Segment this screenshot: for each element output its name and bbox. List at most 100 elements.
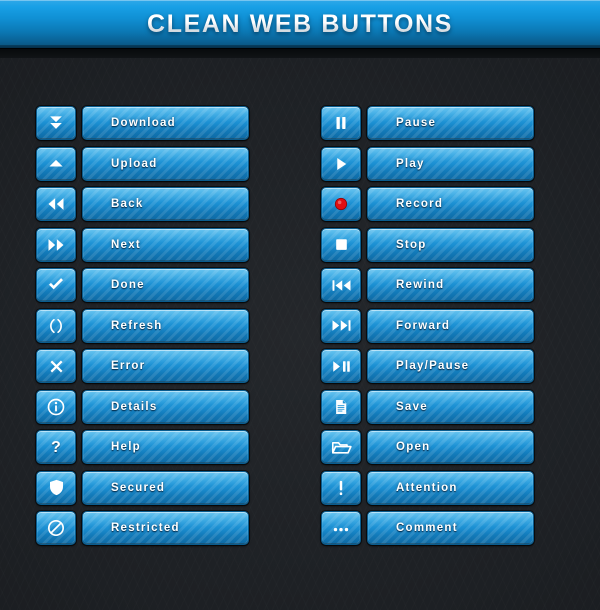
button-row: Open (321, 430, 534, 464)
button-row: Play (321, 146, 534, 181)
label-button-stop[interactable]: Stop (367, 227, 534, 262)
label-button-done[interactable]: Done (82, 268, 249, 302)
button-label: Save (396, 400, 428, 413)
button-label: Details (111, 400, 158, 413)
button-row: Pause (321, 106, 534, 140)
icon-button-error[interactable] (36, 349, 76, 383)
icon-button-stop[interactable] (321, 227, 361, 262)
label-button-rewind[interactable]: Rewind (367, 268, 534, 302)
icon-button-save[interactable] (321, 389, 361, 424)
icon-button-pause[interactable] (321, 106, 361, 140)
label-button-play[interactable]: Play (367, 146, 534, 181)
button-label: Attention (396, 481, 458, 494)
info-icon (46, 397, 66, 417)
button-row: Done (36, 268, 249, 302)
label-button-open[interactable]: Open (367, 430, 534, 464)
button-label: Open (396, 441, 431, 453)
icon-button-record[interactable] (321, 187, 361, 221)
svg-text:?: ? (51, 439, 61, 456)
icon-button-forward[interactable] (321, 308, 361, 343)
rewind-icon (331, 275, 352, 296)
icon-button-refresh[interactable] (36, 308, 76, 343)
label-button-record[interactable]: Record (367, 187, 534, 221)
check-icon (46, 275, 66, 295)
button-row: Play/Pause (321, 349, 534, 383)
label-button-pause[interactable]: Pause (367, 106, 534, 140)
page-header: CLEAN WEB BUTTONS (0, 0, 600, 48)
icon-button-secured[interactable] (36, 470, 76, 505)
icon-button-next[interactable] (36, 227, 76, 262)
button-set-page: CLEAN WEB BUTTONS Download Upload Back Next… (0, 0, 600, 610)
button-row: Download (36, 106, 249, 140)
icon-button-details[interactable] (36, 389, 76, 424)
play-icon (332, 155, 350, 173)
button-row: Refresh (36, 308, 249, 343)
label-button-next[interactable]: Next (82, 227, 249, 262)
button-row: Forward (321, 308, 534, 343)
label-button-error[interactable]: Error (82, 349, 249, 383)
button-row: Secured (36, 470, 249, 505)
label-button-help[interactable]: Help (82, 430, 249, 464)
left-column: Download Upload Back Next Done Refresh Error De… (36, 106, 249, 545)
icon-button-rewind[interactable] (321, 268, 361, 302)
icon-button-play[interactable] (321, 146, 361, 181)
folder-icon (331, 437, 352, 458)
button-label: Next (111, 238, 141, 251)
no-entry-icon (46, 518, 66, 538)
document-icon (332, 398, 350, 416)
label-button-secured[interactable]: Secured (82, 470, 249, 505)
button-label: Rewind (396, 279, 445, 291)
label-button-attention[interactable]: Attention (367, 470, 534, 505)
button-row: Comment (321, 511, 534, 545)
button-label: Refresh (111, 319, 163, 332)
button-label: Done (111, 279, 145, 291)
refresh-icon (46, 316, 66, 336)
button-row: Attention (321, 470, 534, 505)
close-x-icon (47, 357, 66, 376)
pause-icon (332, 114, 350, 132)
button-row: Back (36, 187, 249, 221)
label-button-comment[interactable]: Comment (367, 511, 534, 545)
icon-button-open[interactable] (321, 430, 361, 464)
icon-button-attention[interactable] (321, 470, 361, 505)
button-label: Error (111, 360, 146, 372)
button-label: Play/Pause (396, 360, 470, 372)
shield-icon (47, 478, 66, 497)
label-button-save[interactable]: Save (367, 389, 534, 424)
icon-button-restricted[interactable] (36, 511, 76, 545)
button-label: Help (111, 441, 141, 453)
label-button-refresh[interactable]: Refresh (82, 308, 249, 343)
button-row: Stop (321, 227, 534, 262)
exclamation-icon (331, 478, 351, 498)
icon-button-comment[interactable] (321, 511, 361, 545)
label-button-forward[interactable]: Forward (367, 308, 534, 343)
stop-icon (333, 236, 350, 253)
button-label: Secured (111, 481, 166, 494)
header-divider (0, 48, 600, 58)
label-button-play-pause[interactable]: Play/Pause (367, 349, 534, 383)
label-button-back[interactable]: Back (82, 187, 249, 221)
label-button-restricted[interactable]: Restricted (82, 511, 249, 545)
button-board: Download Upload Back Next Done Refresh Error De… (0, 58, 600, 545)
question-mark-icon: ? (46, 437, 66, 457)
button-label: Upload (111, 157, 158, 170)
label-button-details[interactable]: Details (82, 389, 249, 424)
icon-button-back[interactable] (36, 187, 76, 221)
forward-icon (331, 315, 352, 336)
icon-button-play-pause[interactable] (321, 349, 361, 383)
icon-button-done[interactable] (36, 268, 76, 302)
button-label: Pause (396, 117, 437, 129)
button-label: Comment (396, 522, 458, 534)
label-button-download[interactable]: Download (82, 106, 249, 140)
record-icon (332, 195, 350, 213)
button-row: Save (321, 389, 534, 424)
button-row: Restricted (36, 511, 249, 545)
label-button-upload[interactable]: Upload (82, 146, 249, 181)
button-row: Next (36, 227, 249, 262)
icon-button-download[interactable] (36, 106, 76, 140)
button-label: Restricted (111, 522, 180, 534)
button-row: Rewind (321, 268, 534, 302)
button-row: ? Help (36, 430, 249, 464)
icon-button-help[interactable]: ? (36, 430, 76, 464)
icon-button-upload[interactable] (36, 146, 76, 181)
